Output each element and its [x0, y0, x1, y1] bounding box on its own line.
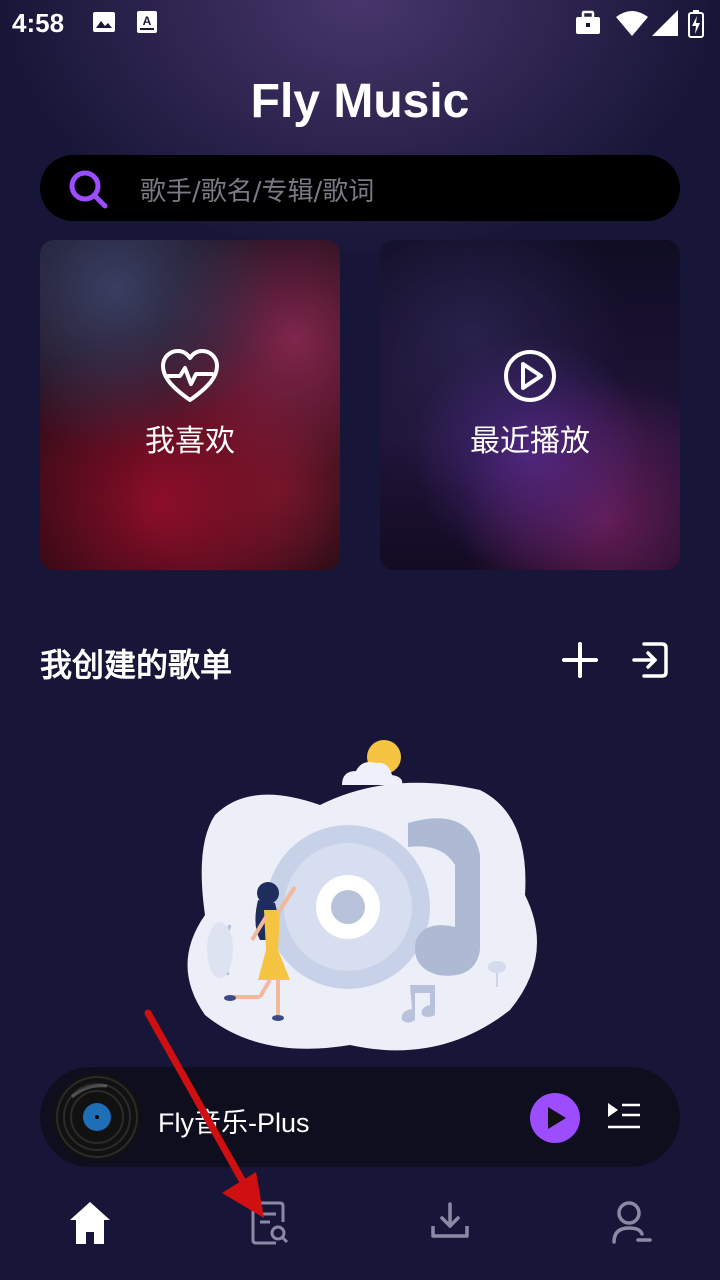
mini-player[interactable]: Fly音乐-Plus — [40, 1067, 680, 1167]
card-label-favorites: 我喜欢 — [145, 424, 235, 459]
card-overlay — [40, 240, 340, 570]
search-list-icon[interactable] — [250, 1200, 290, 1246]
search-icon[interactable] — [66, 167, 110, 211]
svg-text:A: A — [143, 14, 152, 28]
signal-icon — [652, 10, 678, 36]
disc-icon[interactable] — [52, 1072, 142, 1162]
a-icon: A — [137, 11, 157, 33]
image-icon — [93, 12, 115, 32]
battery-icon — [688, 10, 704, 38]
recent-played-card[interactable]: 最近播放 — [380, 240, 680, 570]
play-circle-icon — [504, 350, 556, 402]
player-title: Fly音乐-Plus — [158, 1108, 310, 1138]
search-placeholder: 歌手/歌名/专辑/歌词 — [140, 177, 375, 207]
playlists-title: 我创建的歌单 — [40, 646, 233, 684]
wifi-icon — [616, 11, 648, 36]
page-title: Fly Music — [250, 75, 470, 128]
search-input[interactable]: 歌手/歌名/专辑/歌词 — [40, 155, 680, 221]
queue-icon[interactable] — [606, 1101, 642, 1133]
card-label-recent: 最近播放 — [470, 424, 590, 459]
import-icon[interactable] — [630, 640, 670, 680]
briefcase-icon — [576, 10, 600, 34]
download-icon[interactable] — [430, 1200, 470, 1242]
status-time: 4:58 — [12, 8, 65, 38]
status-bar: 4:58 A — [0, 0, 720, 50]
play-icon[interactable] — [530, 1093, 580, 1143]
user-icon[interactable] — [612, 1200, 652, 1244]
home-icon[interactable] — [68, 1200, 112, 1246]
heart-pulse-icon — [161, 349, 219, 402]
plus-icon[interactable] — [560, 640, 600, 680]
card-overlay — [380, 240, 680, 570]
empty-playlist-illustration — [187, 740, 537, 1051]
favorites-card[interactable]: 我喜欢 — [40, 240, 340, 570]
